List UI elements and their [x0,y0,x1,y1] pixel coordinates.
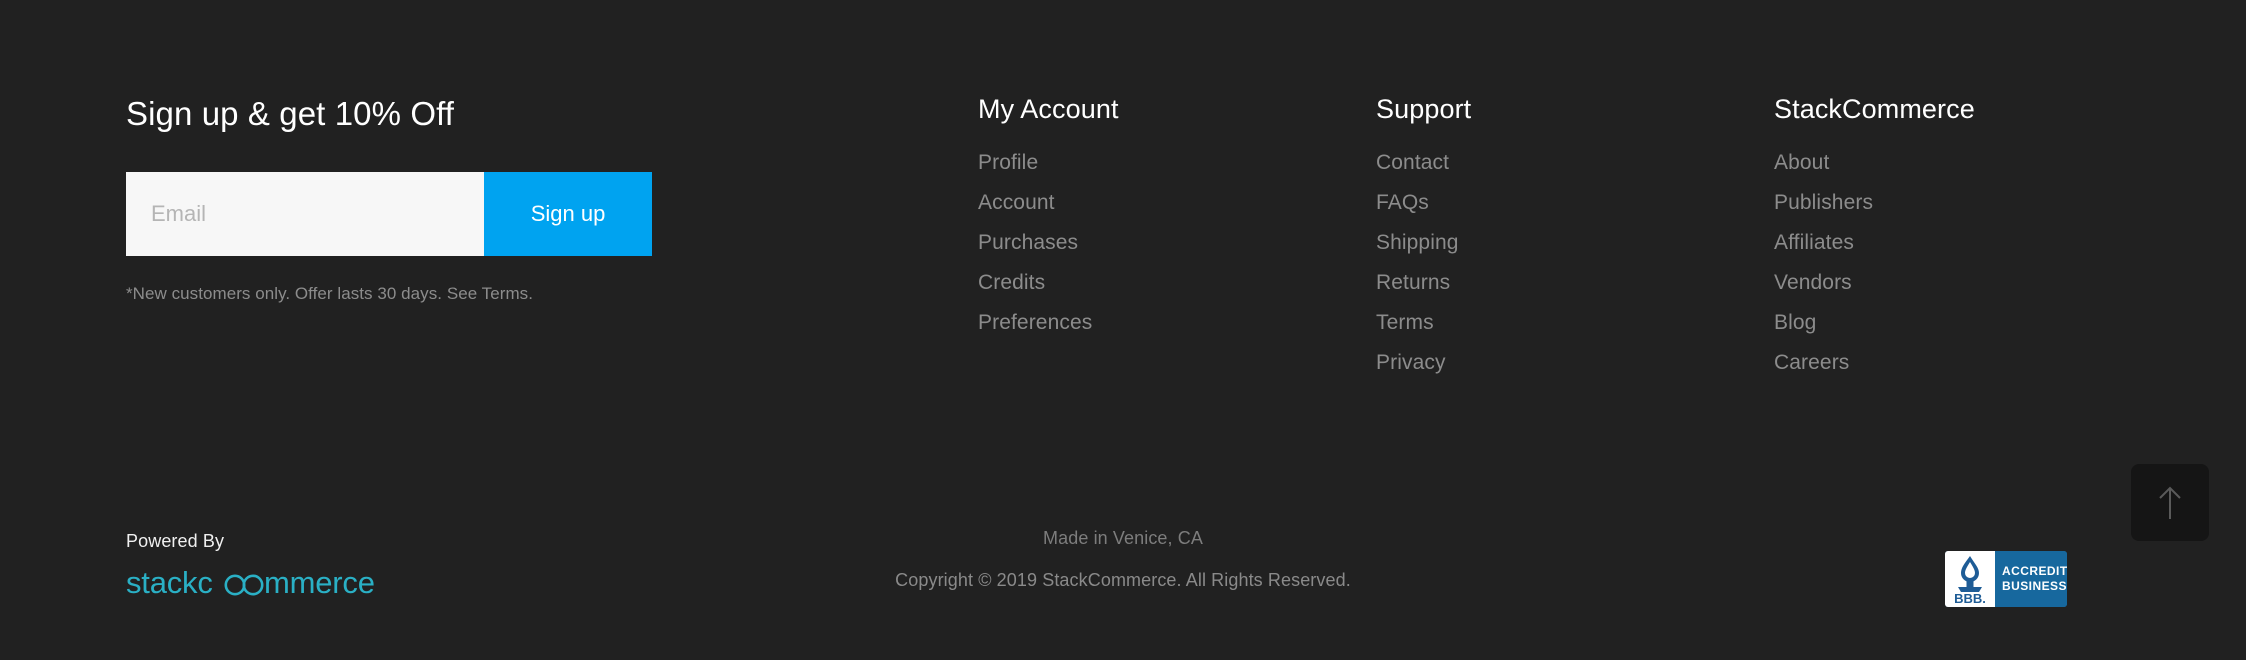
footer-link-preferences[interactable]: Preferences [978,303,1376,343]
footer-link-columns: My Account Profile Account Purchases Cre… [978,92,2172,383]
footer-link-returns[interactable]: Returns [1376,263,1774,303]
legal-block: Made in Venice, CA Copyright © 2019 Stac… [0,528,2246,590]
list-item: Privacy [1376,343,1774,383]
scroll-to-top-button[interactable] [2131,464,2209,541]
column-title-stackcommerce: StackCommerce [1774,94,1975,124]
bbb-line-business: BUSINESS [2002,579,2067,593]
list-item: Profile [978,143,1376,183]
footer-link-credits[interactable]: Credits [978,263,1376,303]
bbb-accredited-business-badge[interactable]: BBB. ACCREDITED BUSINESS [1945,551,2067,607]
footer-link-careers[interactable]: Careers [1774,343,2172,383]
list-item: About [1774,143,2172,183]
footer-link-privacy[interactable]: Privacy [1376,343,1774,383]
footer-link-shipping[interactable]: Shipping [1376,223,1774,263]
sign-up-button[interactable]: Sign up [484,172,652,256]
svg-text:BBB.: BBB. [1954,591,1986,604]
arrow-up-icon [2159,486,2181,519]
footer-upper-section: Sign up & get 10% Off Sign up *New custo… [0,0,2246,470]
footer-lower-section: Powered By stackc mmerce Made in Venice,… [0,470,2246,660]
footer-link-profile[interactable]: Profile [978,143,1376,183]
bbb-line-accredited: ACCREDITED [2002,564,2067,578]
footer-link-affiliates[interactable]: Affiliates [1774,223,2172,263]
list-item: Shipping [1376,223,1774,263]
list-item: Account [978,183,1376,223]
list-item: Returns [1376,263,1774,303]
column-title-support: Support [1376,94,1472,124]
link-list-stackcommerce: About Publishers Affiliates Vendors Blog… [1774,126,2172,383]
footer-link-publishers[interactable]: Publishers [1774,183,2172,223]
column-title-my-account: My Account [978,94,1119,124]
footer-link-terms[interactable]: Terms [1376,303,1774,343]
made-in-text: Made in Venice, CA [1043,528,1203,548]
list-item: Purchases [978,223,1376,263]
list-item: Terms [1376,303,1774,343]
list-item: Careers [1774,343,2172,383]
list-item: Contact [1376,143,1774,183]
footer-link-vendors[interactable]: Vendors [1774,263,2172,303]
list-item: Credits [978,263,1376,303]
footer-column-support: Support Contact FAQs Shipping Returns Te… [1376,92,1774,383]
newsletter-signup: Sign up & get 10% Off Sign up *New custo… [126,92,886,306]
footer-column-my-account: My Account Profile Account Purchases Cre… [978,92,1376,383]
footer-column-stackcommerce: StackCommerce About Publishers Affiliate… [1774,92,2172,383]
footer-link-faqs[interactable]: FAQs [1376,183,1774,223]
footer-link-blog[interactable]: Blog [1774,303,2172,343]
email-input[interactable] [126,172,484,256]
site-footer: Sign up & get 10% Off Sign up *New custo… [0,0,2246,660]
newsletter-headline: Sign up & get 10% Off [126,95,455,132]
list-item: Vendors [1774,263,2172,303]
footer-link-about[interactable]: About [1774,143,2172,183]
list-item: Blog [1774,303,2172,343]
bbb-torch-icon: BBB. [1945,551,1995,607]
footer-link-contact[interactable]: Contact [1376,143,1774,183]
list-item: FAQs [1376,183,1774,223]
link-list-my-account: Profile Account Purchases Credits Prefer… [978,126,1376,343]
copyright-text: Copyright © 2019 StackCommerce. All Righ… [895,570,1351,590]
bbb-badge-text: ACCREDITED BUSINESS [1995,551,2067,607]
list-item: Preferences [978,303,1376,343]
footer-link-account[interactable]: Account [978,183,1376,223]
newsletter-form: Sign up [126,172,652,256]
newsletter-disclaimer: *New customers only. Offer lasts 30 days… [126,284,533,303]
list-item: Affiliates [1774,223,2172,263]
link-list-support: Contact FAQs Shipping Returns Terms Priv… [1376,126,1774,383]
footer-link-purchases[interactable]: Purchases [978,223,1376,263]
list-item: Publishers [1774,183,2172,223]
